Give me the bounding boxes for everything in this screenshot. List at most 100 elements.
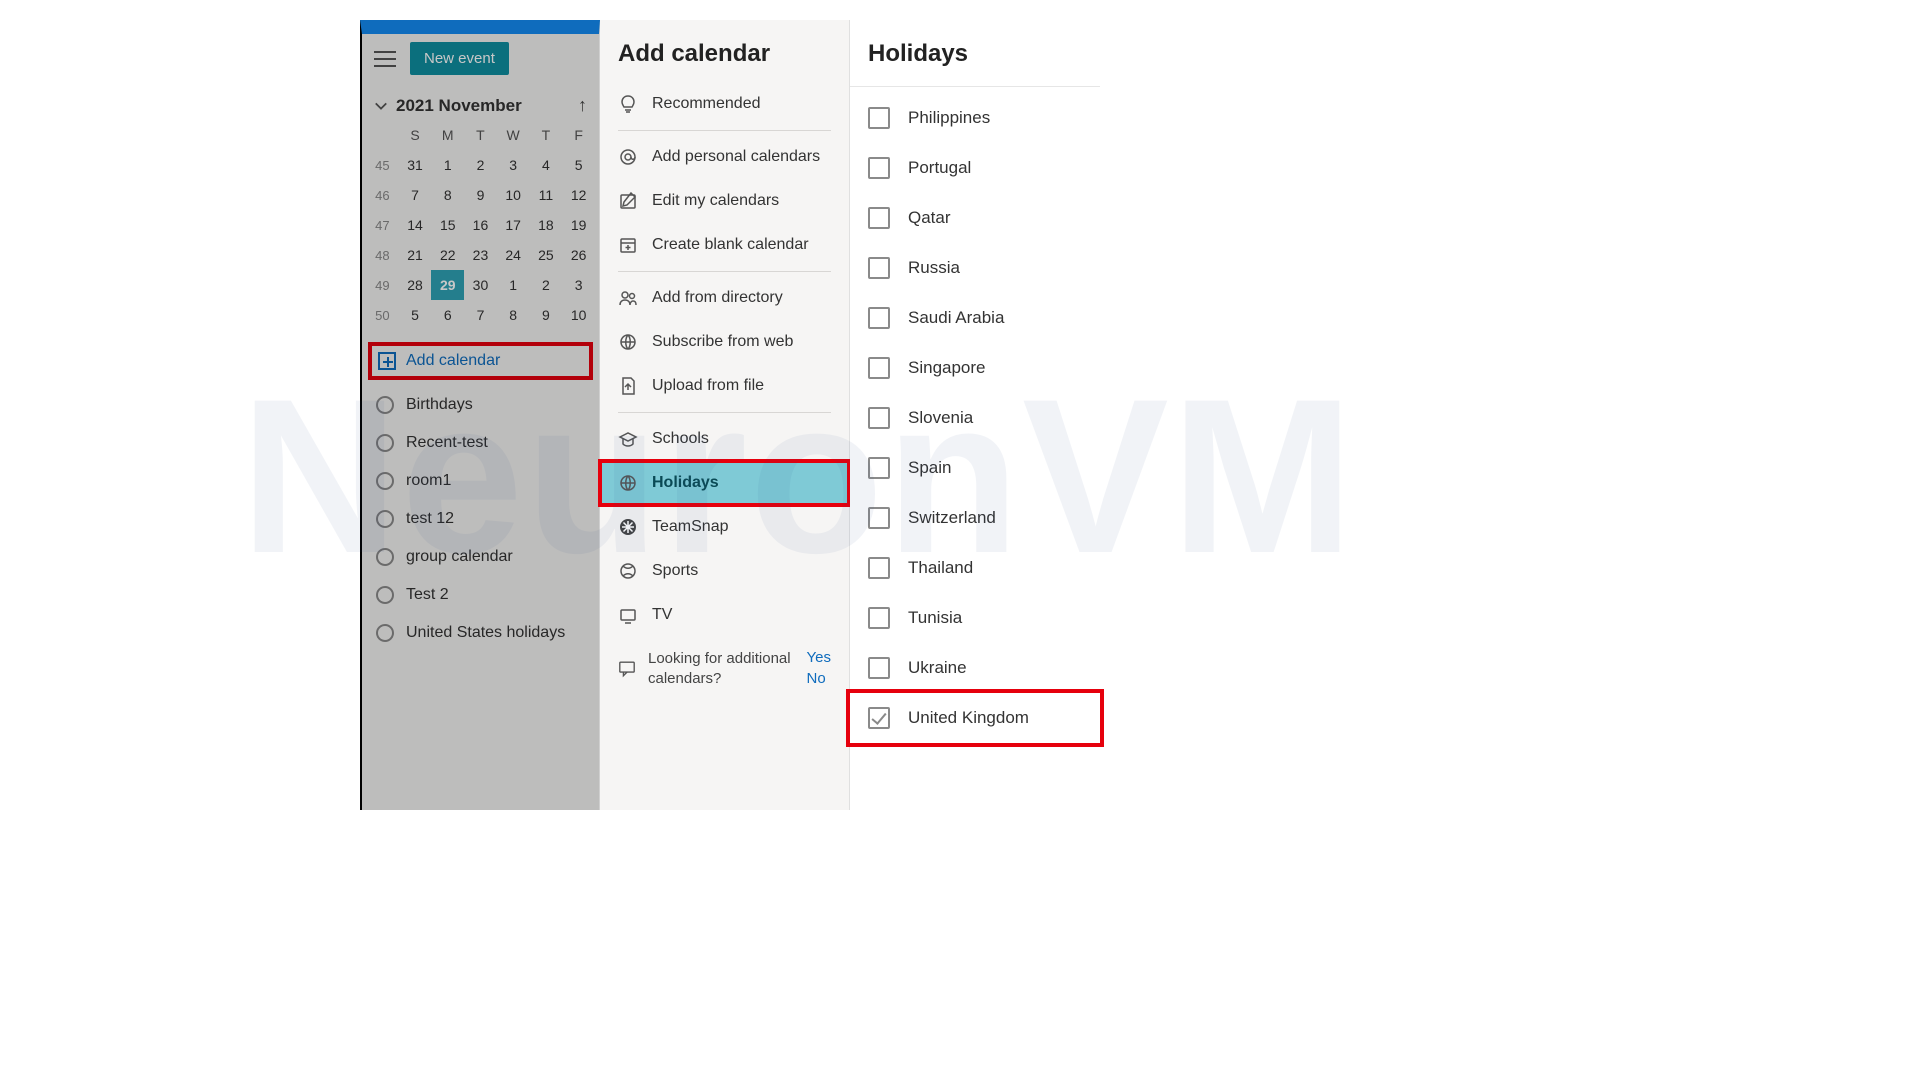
calendar-list-item[interactable]: room1 (362, 462, 599, 500)
calendar-list-item[interactable]: group calendar (362, 538, 599, 576)
menu-item-holidays[interactable]: Holidays (600, 461, 849, 505)
calendar-day[interactable]: 1 (431, 150, 464, 180)
calendar-name: test 12 (406, 510, 454, 528)
calendar-day[interactable]: 21 (399, 240, 432, 270)
calendar-list-item[interactable]: Recent-test (362, 424, 599, 462)
checkbox-icon[interactable] (868, 107, 890, 129)
calendar-day[interactable]: 7 (399, 180, 432, 210)
holiday-country-switzerland[interactable]: Switzerland (850, 493, 1100, 543)
menu-item-upload-from-file[interactable]: Upload from file (600, 364, 849, 408)
calendar-day[interactable]: 5 (562, 150, 595, 180)
prompt-no[interactable]: No (807, 670, 831, 687)
country-label: Slovenia (908, 408, 973, 428)
calendar-day[interactable]: 30 (464, 270, 497, 300)
checkbox-icon[interactable] (868, 407, 890, 429)
checkbox-icon[interactable] (868, 657, 890, 679)
menu-item-recommended[interactable]: Recommended (600, 82, 849, 126)
menu-item-add-personal-calendars[interactable]: Add personal calendars (600, 135, 849, 179)
calendar-day[interactable]: 18 (530, 210, 563, 240)
calendar-day[interactable]: 25 (530, 240, 563, 270)
holiday-country-ukraine[interactable]: Ukraine (850, 643, 1100, 693)
checkbox-icon[interactable] (868, 707, 890, 729)
country-label: Tunisia (908, 608, 962, 628)
calendar-day[interactable]: 8 (431, 180, 464, 210)
calendar-day[interactable]: 4 (530, 150, 563, 180)
calendar-name: Birthdays (406, 396, 473, 414)
calendar-day[interactable]: 17 (497, 210, 530, 240)
holiday-country-russia[interactable]: Russia (850, 243, 1100, 293)
country-label: Portugal (908, 158, 971, 178)
menu-item-tv[interactable]: TV (600, 593, 849, 637)
chat-icon (618, 649, 636, 688)
calendar-day[interactable]: 2 (530, 270, 563, 300)
menu-item-sports[interactable]: Sports (600, 549, 849, 593)
menu-item-edit-my-calendars[interactable]: Edit my calendars (600, 179, 849, 223)
calendar-day[interactable]: 14 (399, 210, 432, 240)
holiday-country-tunisia[interactable]: Tunisia (850, 593, 1100, 643)
calendar-day[interactable]: 9 (530, 300, 563, 330)
asterisk-icon (618, 517, 638, 537)
calendar-day[interactable]: 12 (562, 180, 595, 210)
checkbox-icon[interactable] (868, 357, 890, 379)
calendar-day[interactable]: 23 (464, 240, 497, 270)
calendar-day[interactable]: 22 (431, 240, 464, 270)
holiday-country-qatar[interactable]: Qatar (850, 193, 1100, 243)
sports-icon (618, 561, 638, 581)
checkbox-icon[interactable] (868, 157, 890, 179)
checkbox-icon[interactable] (868, 607, 890, 629)
calendar-day[interactable]: 9 (464, 180, 497, 210)
menu-item-create-blank-calendar[interactable]: Create blank calendar (600, 223, 849, 267)
holiday-country-saudi-arabia[interactable]: Saudi Arabia (850, 293, 1100, 343)
menu-separator (618, 271, 831, 272)
calendar-day[interactable]: 15 (431, 210, 464, 240)
calendar-day[interactable]: 5 (399, 300, 432, 330)
calendar-list-item[interactable]: Test 2 (362, 576, 599, 614)
checkbox-icon[interactable] (868, 307, 890, 329)
calendar-list-item[interactable]: United States holidays (362, 614, 599, 652)
chevron-down-icon[interactable] (374, 99, 388, 113)
calendar-name: room1 (406, 472, 451, 490)
checkbox-icon[interactable] (868, 257, 890, 279)
calendar-day[interactable]: 31 (399, 150, 432, 180)
calendar-day[interactable]: 24 (497, 240, 530, 270)
calendar-day[interactable]: 3 (497, 150, 530, 180)
calendar-day[interactable]: 26 (562, 240, 595, 270)
prev-month-icon[interactable]: ↑ (578, 95, 587, 116)
calendar-day[interactable]: 28 (399, 270, 432, 300)
holiday-country-slovenia[interactable]: Slovenia (850, 393, 1100, 443)
calendar-day[interactable]: 7 (464, 300, 497, 330)
prompt-yes[interactable]: Yes (807, 649, 831, 666)
calendar-day[interactable]: 10 (562, 300, 595, 330)
holiday-country-singapore[interactable]: Singapore (850, 343, 1100, 393)
holiday-country-spain[interactable]: Spain (850, 443, 1100, 493)
add-calendar-link[interactable]: Add calendar (370, 344, 591, 378)
holiday-country-portugal[interactable]: Portugal (850, 143, 1100, 193)
checkbox-icon[interactable] (868, 207, 890, 229)
menu-item-subscribe-from-web[interactable]: Subscribe from web (600, 320, 849, 364)
calendar-day[interactable]: 8 (497, 300, 530, 330)
holiday-country-united-kingdom[interactable]: United Kingdom (850, 693, 1100, 743)
checkbox-icon[interactable] (868, 507, 890, 529)
calendar-day[interactable]: 10 (497, 180, 530, 210)
holiday-country-thailand[interactable]: Thailand (850, 543, 1100, 593)
menu-item-add-from-directory[interactable]: Add from directory (600, 276, 849, 320)
holiday-country-philippines[interactable]: Philippines (850, 93, 1100, 143)
hamburger-icon[interactable] (374, 51, 396, 67)
calendar-day[interactable]: 6 (431, 300, 464, 330)
menu-item-teamsnap[interactable]: TeamSnap (600, 505, 849, 549)
calendar-day[interactable]: 3 (562, 270, 595, 300)
new-event-button[interactable]: New event (410, 42, 509, 75)
calendar-day[interactable]: 29 (431, 270, 464, 300)
holidays-title: Holidays (850, 32, 1100, 87)
radio-icon (376, 624, 394, 642)
calendar-list-item[interactable]: test 12 (362, 500, 599, 538)
calendar-day[interactable]: 2 (464, 150, 497, 180)
checkbox-icon[interactable] (868, 457, 890, 479)
menu-item-schools[interactable]: Schools (600, 417, 849, 461)
calendar-list-item[interactable]: Birthdays (362, 386, 599, 424)
calendar-day[interactable]: 16 (464, 210, 497, 240)
calendar-day[interactable]: 19 (562, 210, 595, 240)
calendar-day[interactable]: 11 (530, 180, 563, 210)
calendar-day[interactable]: 1 (497, 270, 530, 300)
checkbox-icon[interactable] (868, 557, 890, 579)
